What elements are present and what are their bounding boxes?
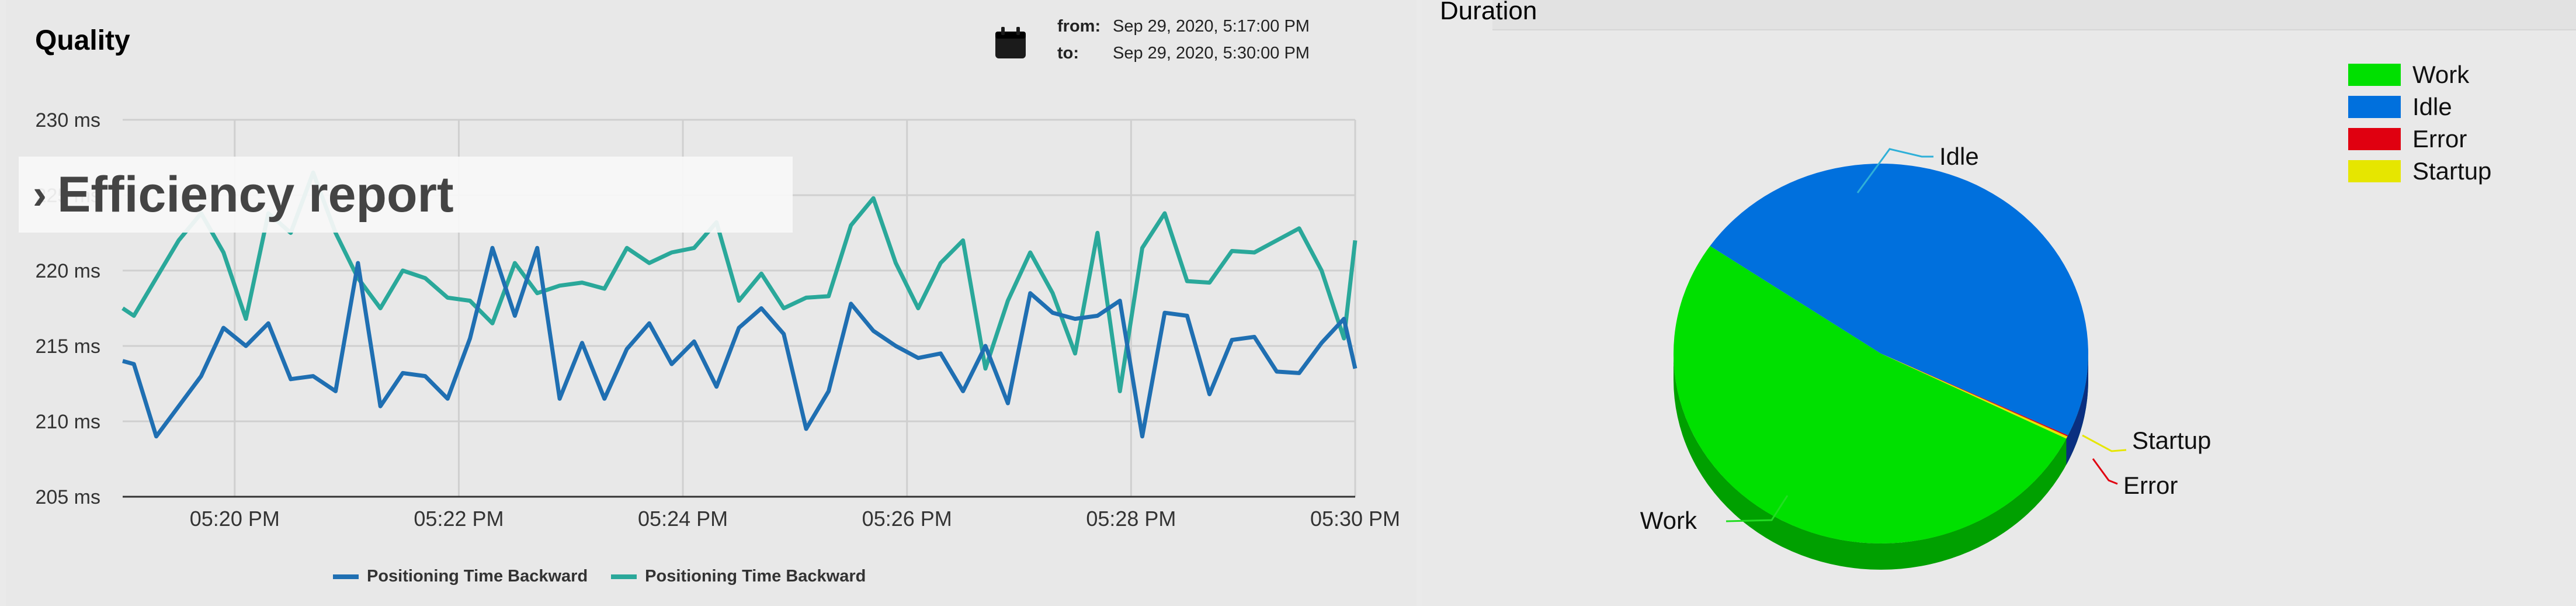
pie-legend-item-startup[interactable]: Startup — [2348, 155, 2491, 187]
pie-legend-item-idle[interactable]: Idle — [2348, 91, 2491, 123]
pie-legend-item-work[interactable]: Work — [2348, 58, 2491, 91]
legend-label-series-2: Positioning Time Backward — [645, 567, 866, 586]
legend-item-series-2[interactable]: Positioning Time Backward — [611, 567, 866, 586]
pie-legend-swatch-startup — [2348, 160, 2401, 182]
series-line-1[interactable] — [122, 245, 1358, 439]
y-tick-label: 210 ms — [36, 411, 101, 433]
pie-legend: Work Idle Error Startup — [2348, 58, 2491, 187]
y-tick-label: 205 ms — [36, 486, 101, 508]
y-tick-label: 230 ms — [36, 109, 101, 131]
efficiency-report-banner[interactable]: › Efficiency report — [19, 157, 793, 233]
x-tick-label: 05:20 PM — [190, 507, 280, 531]
pie-legend-swatch-error — [2348, 127, 2401, 150]
x-tick-label: 05:24 PM — [638, 507, 728, 531]
line-chart-legend: Positioning Time Backward Positioning Ti… — [333, 567, 866, 586]
pie-legend-label-error: Error — [2412, 124, 2467, 153]
pie-legend-label-work: Work — [2412, 60, 2470, 88]
pie-leader-startup — [2082, 434, 2127, 452]
pie-legend-swatch-work — [2348, 63, 2401, 86]
line-chart: 205 ms210 ms215 ms220 ms225 ms230 ms05:2… — [36, 109, 1401, 531]
x-tick-label: 05:26 PM — [862, 507, 952, 531]
x-tick-label: 05:30 PM — [1310, 507, 1400, 531]
pie-legend-label-idle: Idle — [2412, 92, 2452, 120]
legend-swatch-series-2 — [611, 574, 637, 579]
legend-item-series-1[interactable]: Positioning Time Backward — [333, 567, 588, 586]
chevron-right-icon: › — [33, 171, 47, 218]
legend-swatch-series-1 — [333, 574, 359, 579]
x-tick-label: 05:28 PM — [1086, 507, 1176, 531]
pie-leader-error — [2092, 458, 2118, 485]
efficiency-report-label: Efficiency report — [57, 166, 454, 223]
legend-label-series-1: Positioning Time Backward — [367, 567, 588, 586]
x-tick-label: 05:22 PM — [414, 507, 504, 531]
pie-label-startup: Startup — [2132, 427, 2211, 454]
duration-panel: Duration Idle Work Startup Error Work Idle … — [1422, 0, 2576, 606]
pie-legend-swatch-idle — [2348, 95, 2401, 118]
pie-label-error: Error — [2123, 472, 2178, 499]
y-tick-label: 220 ms — [36, 260, 101, 282]
pie-legend-label-startup: Startup — [2412, 157, 2492, 185]
pie-label-idle: Idle — [1939, 143, 1979, 170]
pie-legend-item-error[interactable]: Error — [2348, 123, 2491, 155]
quality-panel: Quality from: Sep 29, 2020, 5:17:00 PM t… — [6, 0, 1417, 606]
pie-label-work: Work — [1640, 507, 1697, 534]
y-tick-label: 215 ms — [36, 335, 101, 358]
